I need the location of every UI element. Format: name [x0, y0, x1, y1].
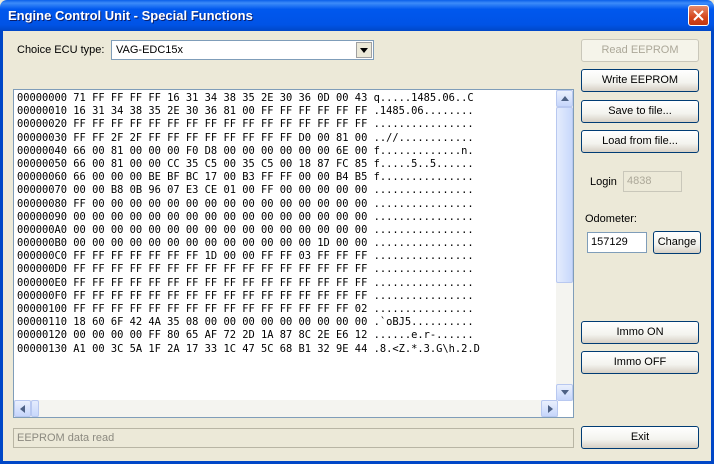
scroll-up-button[interactable]	[556, 90, 573, 107]
ecu-type-value: VAG-EDC15x	[116, 44, 184, 56]
hex-row: 00000110 18 60 6F 42 4A 35 08 00 00 00 0…	[17, 316, 474, 329]
hex-row: 00000020 FF FF FF FF FF FF FF FF FF FF F…	[17, 118, 474, 131]
hex-row: 00000010 16 31 34 38 35 2E 30 36 81 00 F…	[17, 105, 474, 118]
login-value: 4838	[627, 175, 652, 187]
exit-button[interactable]: Exit	[581, 426, 699, 449]
change-button[interactable]: Change	[653, 231, 701, 254]
scroll-left-button[interactable]	[14, 400, 31, 417]
odometer-label: Odometer:	[585, 213, 637, 225]
write-eeprom-button[interactable]: Write EEPROM	[581, 69, 699, 92]
horizontal-scroll-thumb[interactable]	[31, 400, 39, 417]
load-from-file-button[interactable]: Load from file...	[581, 130, 699, 153]
vertical-scroll-thumb[interactable]	[556, 107, 573, 283]
hex-row: 00000050 66 00 81 00 00 CC 35 C5 00 35 C…	[17, 157, 474, 170]
dropdown-button[interactable]	[356, 42, 372, 58]
save-to-file-button[interactable]: Save to file...	[581, 100, 699, 123]
hex-lines: 00000000 71 FF FF FF FF 16 31 34 38 35 2…	[17, 92, 555, 392]
close-button[interactable]	[688, 5, 709, 26]
hex-row: 00000100 FF FF FF FF FF FF FF FF FF FF F…	[17, 303, 474, 315]
arrow-up-icon	[561, 96, 569, 101]
hex-row: 000000F0 FF FF FF FF FF FF FF FF FF FF F…	[17, 289, 474, 302]
hex-row: 000000D0 FF FF FF FF FF FF FF FF FF FF F…	[17, 263, 474, 276]
chevron-down-icon	[360, 48, 368, 53]
hex-row: 000000B0 00 00 00 00 00 00 00 00 00 00 0…	[17, 237, 474, 250]
hex-view[interactable]: 00000000 71 FF FF FF FF 16 31 34 38 35 2…	[13, 89, 574, 418]
ecu-type-label: Choice ECU type:	[17, 44, 105, 56]
hex-row: 000000E0 FF FF FF FF FF FF FF FF FF FF F…	[17, 276, 474, 289]
hex-row: 00000040 66 00 81 00 00 00 F0 D8 00 00 0…	[17, 144, 474, 157]
scroll-right-button[interactable]	[541, 400, 558, 417]
hex-row: 00000060 66 00 00 00 BE BF BC 17 00 B3 F…	[17, 171, 474, 184]
hex-row: 00000070 00 00 B8 0B 96 07 E3 CE 01 00 F…	[17, 184, 474, 197]
arrow-right-icon	[548, 405, 553, 413]
close-icon	[693, 10, 704, 21]
immo-on-button[interactable]: Immo ON	[581, 321, 699, 344]
title-bar: Engine Control Unit - Special Functions	[0, 0, 714, 31]
hex-row: 00000030 FF FF 2F 2F FF FF FF FF FF FF F…	[17, 131, 474, 144]
immo-off-button[interactable]: Immo OFF	[581, 351, 699, 374]
odometer-field[interactable]: 157129	[587, 232, 647, 253]
ecu-type-select[interactable]: VAG-EDC15x	[111, 40, 374, 60]
status-bar: EEPROM data read	[13, 428, 574, 448]
status-text: EEPROM data read	[17, 432, 115, 444]
horizontal-scrollbar[interactable]	[14, 400, 558, 417]
arrow-left-icon	[20, 405, 25, 413]
scroll-down-button[interactable]	[556, 384, 573, 401]
window-title: Engine Control Unit - Special Functions	[8, 8, 253, 23]
hex-row: 000000A0 00 00 00 00 00 00 00 00 00 00 0…	[17, 223, 474, 236]
login-field[interactable]: 4838	[623, 171, 682, 192]
hex-row: 00000130 A1 00 3C 5A 1F 2A 17 33 1C 47 5…	[17, 342, 480, 355]
arrow-down-icon	[561, 390, 569, 395]
login-label: Login	[590, 176, 617, 188]
hex-row: 00000080 FF 00 00 00 00 00 00 00 00 00 0…	[17, 197, 474, 210]
hex-row: 000000C0 FF FF FF FF FF FF FF 1D 00 00 F…	[17, 250, 474, 263]
hex-row: 00000000 71 FF FF FF FF 16 31 34 38 35 2…	[17, 92, 474, 104]
hex-row: 00000090 00 00 00 00 00 00 00 00 00 00 0…	[17, 210, 474, 223]
vertical-scrollbar[interactable]	[556, 90, 573, 401]
odometer-value: 157129	[591, 236, 628, 248]
read-eeprom-button[interactable]: Read EEPROM	[581, 39, 699, 62]
hex-row: 00000120 00 00 00 00 FF 80 65 AF 72 2D 1…	[17, 329, 474, 342]
